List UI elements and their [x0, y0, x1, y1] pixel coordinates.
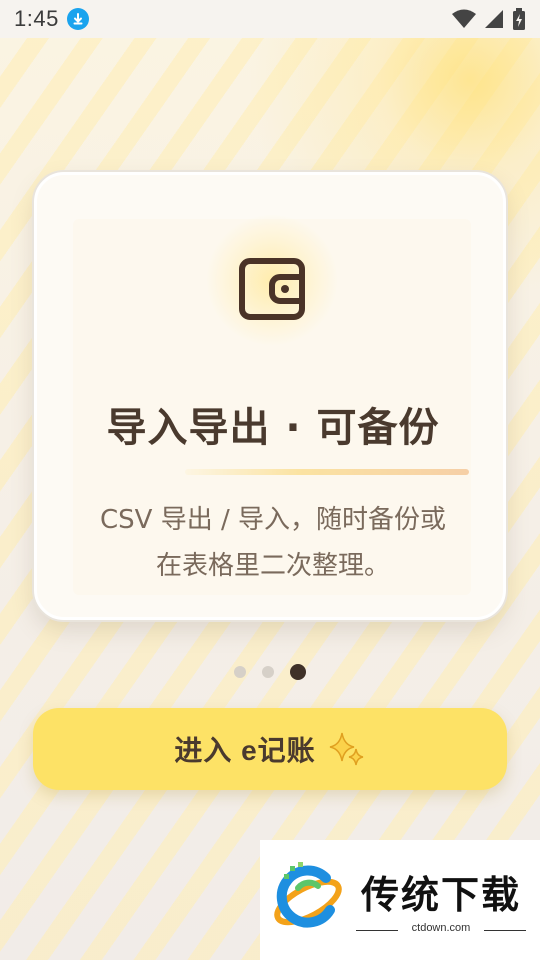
watermark-line-right	[484, 930, 526, 931]
card-description: CSV 导出 / 导入，随时备份或 在表格里二次整理。	[37, 497, 509, 589]
enter-app-button[interactable]: 进入 e记账	[33, 708, 507, 790]
status-icons	[452, 8, 526, 30]
battery-icon	[513, 8, 525, 30]
watermark: 传统下载 ctdown.com	[260, 840, 540, 960]
status-time: 1:45	[14, 6, 59, 31]
page-dot-3-active[interactable]	[290, 664, 306, 680]
ctdown-logo-icon	[274, 862, 342, 928]
download-icon	[66, 8, 89, 30]
wifi-icon	[452, 9, 476, 28]
wallet-icon	[239, 258, 305, 320]
page-dot-2[interactable]	[262, 666, 274, 678]
sparkle-icon	[329, 732, 363, 766]
page-dot-1[interactable]	[234, 666, 246, 678]
signal-icon	[485, 10, 503, 28]
watermark-title: 传统下载	[360, 873, 521, 917]
title-underline	[185, 469, 469, 475]
description-line-2: 在表格里二次整理。	[155, 551, 390, 581]
watermark-url: ctdown.com	[411, 922, 471, 934]
enter-app-label: 进入 e记账	[174, 735, 316, 766]
description-line-1: CSV 导出 / 导入，随时备份或	[100, 505, 446, 535]
page-indicator	[234, 662, 306, 682]
card-title: 导入导出 · 可备份	[106, 405, 440, 451]
status-bar: 1:45	[0, 0, 540, 38]
feature-card: 导入导出 · 可备份 CSV 导出 / 导入，随时备份或 在表格里二次整理。	[34, 172, 506, 620]
